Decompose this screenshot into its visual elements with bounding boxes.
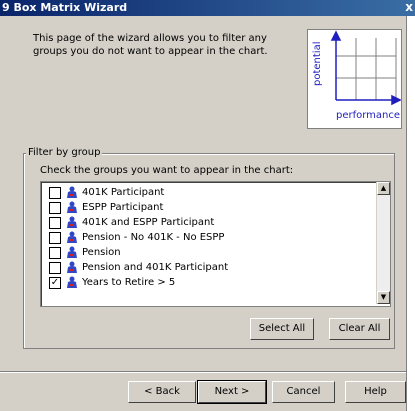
next-button[interactable]: Next > [197,380,267,404]
back-button[interactable]: < Back [128,381,196,403]
list-item-label: 401K Participant [82,187,165,198]
checkbox[interactable] [49,231,61,244]
checkbox[interactable] [49,216,61,229]
intro-text: This page of the wizard allows you to fi… [33,33,268,57]
group-icon [67,186,77,198]
checkbox[interactable] [49,246,61,259]
vertical-scrollbar[interactable]: ▲ ▼ [376,182,390,304]
matrix-x-label: performance [336,110,401,121]
list-item[interactable]: 401K Participant [49,185,164,200]
checkbox[interactable] [49,261,61,274]
clear-all-button[interactable]: Clear All [329,318,390,340]
filter-instruction: Check the groups you want to appear in t… [40,165,294,176]
list-item-label: 401K and ESPP Participant [82,217,215,228]
list-item[interactable]: ✓ Years to Retire > 5 [49,275,175,290]
group-icon [67,276,77,288]
scroll-up-icon[interactable]: ▲ [377,182,390,195]
help-button[interactable]: Help [345,381,406,403]
checkbox[interactable] [49,201,61,214]
group-icon [67,201,77,213]
nine-box-matrix-preview: potential performance [307,29,402,129]
scroll-down-icon[interactable]: ▼ [377,291,390,304]
list-item-label: Pension [82,247,121,258]
title-bar: 9 Box Matrix Wizard x [0,0,415,16]
list-item-label: ESPP Participant [82,202,164,213]
list-item[interactable]: ESPP Participant [49,200,163,215]
window-title: 9 Box Matrix Wizard [2,1,128,14]
matrix-y-label: potential [312,41,323,86]
checkbox[interactable] [49,186,61,199]
checkbox-checked[interactable]: ✓ [49,276,61,289]
cancel-button[interactable]: Cancel [272,381,335,403]
list-item[interactable]: Pension [49,245,121,260]
select-all-button[interactable]: Select All [250,318,314,340]
list-item[interactable]: Pension - No 401K - No ESPP [49,230,224,245]
close-icon[interactable]: x [405,0,413,14]
list-item-label: Pension - No 401K - No ESPP [82,232,225,243]
group-checklist[interactable]: 401K Participant ESPP Participant 401K a… [40,181,391,307]
list-item[interactable]: 401K and ESPP Participant [49,215,214,230]
group-icon [67,246,77,258]
list-item[interactable]: Pension and 401K Participant [49,260,228,275]
list-item-label: Pension and 401K Participant [82,262,229,273]
footer-divider [0,371,406,373]
list-item-label: Years to Retire > 5 [82,277,176,288]
group-icon [67,216,77,228]
filter-legend: Filter by group [26,147,103,158]
group-icon [67,231,77,243]
group-icon [67,261,77,273]
